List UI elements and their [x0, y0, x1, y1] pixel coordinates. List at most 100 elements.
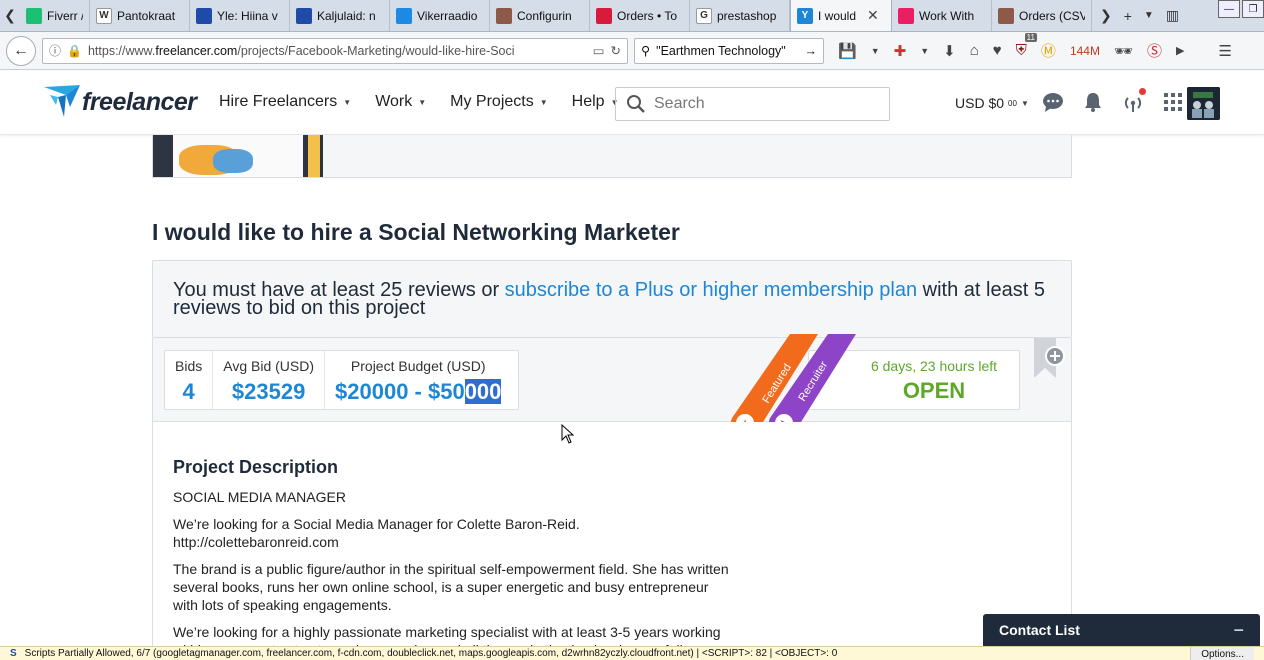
hamburger-menu-icon[interactable]: ☰ — [1219, 42, 1232, 60]
browser-tab[interactable]: Work With — [892, 0, 992, 31]
browser-tab-label: Pantokraat — [117, 8, 176, 23]
browser-tab[interactable]: Y I would ✕ — [790, 0, 892, 31]
back-button[interactable]: ← — [6, 35, 36, 66]
nav-item-label: Hire Freelancers — [219, 93, 338, 110]
budget-value[interactable]: $20000 - $50000 — [335, 379, 502, 405]
description-title: Project Description — [173, 457, 339, 477]
browser-tab[interactable]: W Pantokraat — [90, 0, 190, 31]
browser-tab[interactable]: Yle: Hiina v — [190, 0, 290, 31]
time-left: 6 days, 23 hours left — [870, 358, 998, 374]
apps-grid-icon[interactable] — [1162, 91, 1184, 113]
memory-addon-icon[interactable]: Ⓜ — [1041, 40, 1056, 61]
save-icon[interactable]: 💾 — [838, 42, 857, 60]
browser-tab[interactable]: Fiverr / waf — [20, 0, 90, 31]
new-tab-icon[interactable]: + — [1124, 8, 1132, 24]
messages-icon[interactable] — [1042, 91, 1064, 113]
tab-favicon-icon — [596, 7, 612, 24]
search-icon — [627, 95, 645, 113]
bid-requirement-notice: You must have at least 25 reviews or sub… — [152, 260, 1072, 338]
ublock-count: 11 — [1024, 33, 1037, 42]
avg-bid-stat: Avg Bid (USD) $23529 — [213, 351, 326, 409]
tab-scroll-right-icon[interactable]: ❯ — [1100, 7, 1112, 24]
nav-item-help[interactable]: Help ▼ — [572, 93, 619, 111]
status-badge: OPEN — [902, 378, 966, 403]
youtube-icon[interactable]: ▶ — [1176, 44, 1184, 57]
page-title: I would like to hire a Social Networking… — [152, 219, 680, 245]
tab-favicon-icon — [296, 7, 312, 24]
promo-banner-image — [153, 135, 323, 177]
browser-search-bar[interactable]: ⚲ "Earthmen Technology" → — [634, 37, 824, 64]
browser-tab[interactable]: Gprestashop — [690, 0, 790, 31]
url-domain: freelancer.com — [155, 43, 238, 58]
chevron-down-icon: ▼ — [343, 97, 352, 107]
bids-stat: Bids 4 — [165, 351, 214, 409]
info-icon[interactable]: ⓘ — [49, 42, 61, 59]
freelancer-logo[interactable]: freelancer — [44, 85, 197, 119]
avg-bid-label: Avg Bid (USD) — [223, 358, 315, 374]
pocket-icon[interactable]: ♥ — [993, 42, 1002, 59]
incognito-icon[interactable]: 🕶 — [1114, 42, 1133, 60]
browser-tab-label: Vikerraadio — [417, 8, 478, 23]
browser-tab-label: Configurin — [517, 8, 572, 23]
minimize-icon[interactable]: − — [1233, 620, 1244, 641]
project-description-panel: Project Description SOCIAL MEDIA MANAGER… — [152, 422, 1072, 660]
freelancer-bird-icon — [44, 85, 80, 117]
account-balance-dropdown[interactable]: USD $0 00 ▼ — [955, 95, 1029, 111]
avg-bid-value: $23529 — [231, 379, 306, 404]
budget-stat: Project Budget (USD) $20000 - $50000 — [325, 351, 511, 409]
ublock-icon[interactable]: ⛨ 11 — [1016, 33, 1037, 59]
sidebar-toggle-icon[interactable]: ▥ — [1166, 7, 1179, 24]
balance-amount: USD $0 — [955, 95, 1005, 111]
browser-search-query[interactable]: "Earthmen Technology" — [656, 44, 798, 58]
browser-tab-label: Fiverr / waf — [47, 8, 83, 23]
search-go-icon[interactable]: → — [805, 44, 818, 58]
download-icon[interactable]: ⬇ — [943, 42, 956, 60]
tab-list-chevron-icon[interactable]: ▼ — [1144, 10, 1154, 21]
tab-favicon-icon — [396, 7, 412, 24]
nav-item-my-projects[interactable]: My Projects ▼ — [450, 93, 548, 111]
membership-plan-link[interactable]: subscribe to a Plus or higher membership… — [505, 279, 917, 301]
save-menu-chevron-icon[interactable]: ▼ — [871, 46, 880, 56]
reload-icon[interactable]: ↻ — [611, 43, 621, 58]
bookmark-add-icon[interactable] — [1032, 338, 1066, 380]
budget-value-plain: $20000 - $50 — [335, 379, 465, 404]
url-path: /projects/Facebook-Marketing/would-like-… — [237, 43, 515, 58]
chevron-down-icon: ▼ — [418, 97, 427, 107]
minimize-window-button[interactable]: — — [1218, 0, 1240, 18]
tab-favicon-icon — [26, 7, 42, 24]
notifications-bell-icon[interactable] — [1082, 91, 1104, 113]
noscript-options-button[interactable]: Options... — [1190, 647, 1254, 660]
description-paragraph: We’re looking for a Social Media Manager… — [173, 516, 580, 550]
magnifier-icon: ⚲ — [641, 44, 651, 58]
restore-window-button[interactable]: ❐ — [1242, 0, 1264, 18]
browser-tab-label: Work With — [919, 8, 975, 23]
brand-wordmark: freelancer — [82, 87, 197, 116]
site-search-input[interactable]: Search — [615, 87, 890, 121]
browser-tab[interactable]: Orders • To — [590, 0, 690, 31]
contact-list-panel[interactable]: Contact List − — [983, 614, 1260, 646]
browser-tab[interactable]: Kaljulaid: n — [290, 0, 390, 31]
url-text[interactable]: https://www.freelancer.com/projects/Face… — [88, 44, 587, 58]
address-bar[interactable]: ⓘ 🔒 https://www.freelancer.com/projects/… — [42, 37, 628, 64]
lock-icon: 🔒 — [67, 43, 82, 58]
first-aid-icon[interactable]: ✚ — [894, 42, 907, 60]
balance-cents: 00 — [1008, 98, 1017, 108]
contact-list-title: Contact List — [999, 622, 1080, 638]
site-search-placeholder: Search — [654, 95, 705, 112]
close-tab-icon[interactable]: ✕ — [867, 7, 879, 24]
noscript-icon[interactable]: Ⓢ — [1147, 40, 1162, 61]
nav-item-work[interactable]: Work ▼ — [375, 93, 426, 111]
home-icon[interactable]: ⌂ — [970, 42, 979, 59]
description-paragraph: SOCIAL MEDIA MANAGER — [173, 489, 346, 505]
live-feed-icon[interactable] — [1122, 88, 1146, 113]
browser-tab[interactable]: Orders (CSV — [992, 0, 1092, 31]
user-avatar[interactable] — [1187, 87, 1220, 120]
browser-tab[interactable]: Vikerraadio — [390, 0, 490, 31]
first-aid-chevron-icon[interactable]: ▼ — [920, 46, 929, 56]
nav-item-hire-freelancers[interactable]: Hire Freelancers ▼ — [219, 93, 351, 111]
budget-value-selected: 000 — [464, 379, 502, 404]
browser-tab[interactable]: Configurin — [490, 0, 590, 31]
nav-item-label: Work — [375, 93, 413, 110]
reader-view-icon[interactable]: ▭ — [593, 43, 605, 58]
tab-scroll-left-icon[interactable]: ❮ — [0, 0, 20, 31]
